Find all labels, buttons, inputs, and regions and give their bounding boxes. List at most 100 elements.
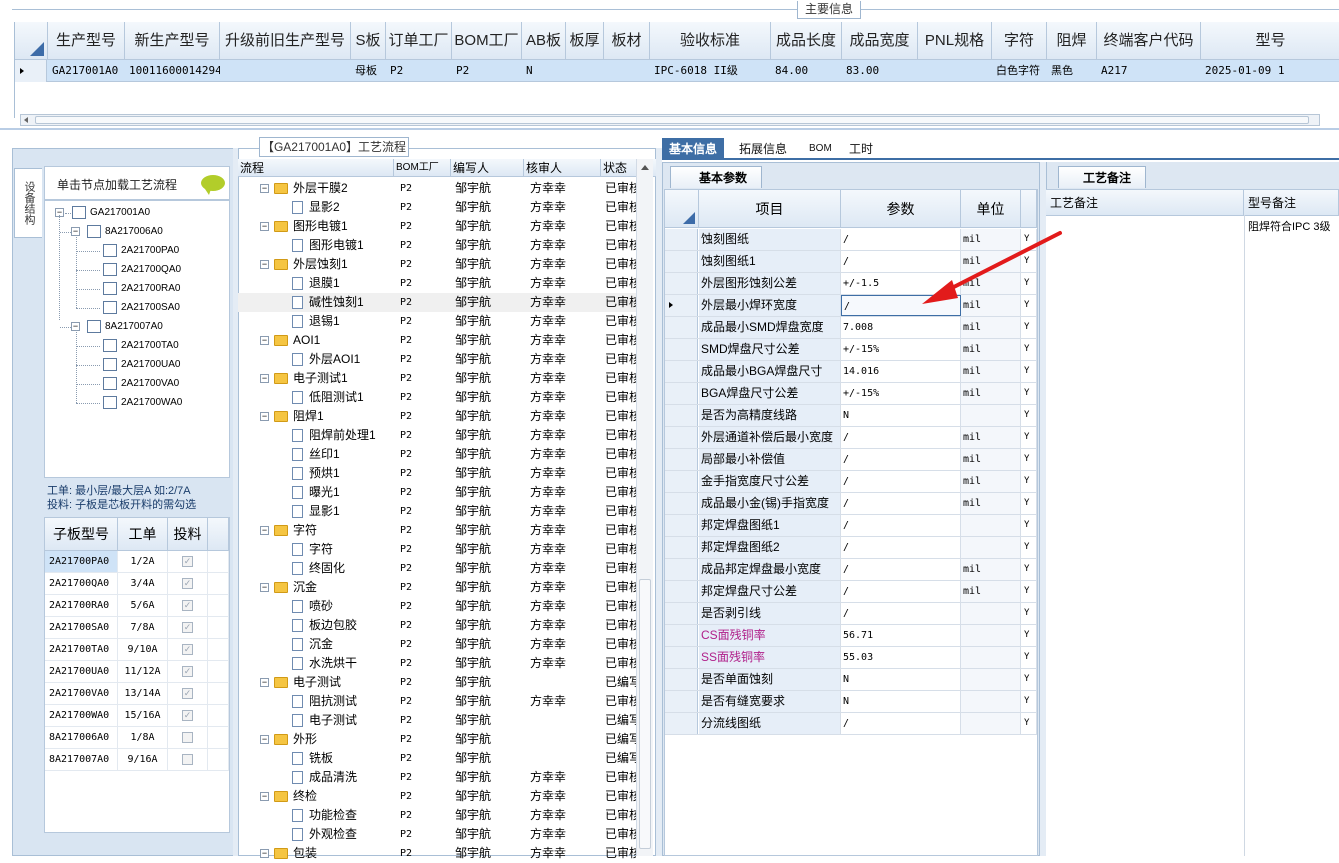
sub-board-order[interactable]: 11/12A: [118, 661, 168, 683]
param-item[interactable]: 是否单面蚀刻: [699, 669, 841, 690]
flow-factory[interactable]: P2: [400, 692, 450, 711]
param-flag[interactable]: Y: [1021, 559, 1037, 580]
flow-step-name[interactable]: 阻焊前处理1: [292, 426, 394, 445]
param-flag[interactable]: Y: [1021, 471, 1037, 492]
flow-factory[interactable]: P2: [400, 730, 450, 749]
column-header[interactable]: 生产型号: [48, 22, 125, 60]
flow-step-name[interactable]: 沉金: [274, 578, 394, 597]
flow-writer[interactable]: 邹宇航: [455, 578, 523, 597]
param-value[interactable]: /: [841, 449, 961, 470]
flow-step-name[interactable]: 图形电镀1: [292, 236, 394, 255]
param-value[interactable]: N: [841, 405, 961, 426]
collapse-toggle-icon[interactable]: −: [260, 735, 269, 744]
column-header[interactable]: 型号: [1201, 22, 1339, 60]
param-unit[interactable]: mil: [961, 317, 1021, 338]
flow-factory[interactable]: P2: [400, 825, 450, 844]
flow-reviewer[interactable]: 方幸幸: [530, 844, 600, 863]
flow-writer[interactable]: 邹宇航: [455, 844, 523, 863]
flow-status[interactable]: 已审核: [605, 768, 636, 787]
flow-writer[interactable]: 邹宇航: [455, 350, 523, 369]
flow-row[interactable]: − 阻焊1 P2 邹宇航 方幸幸 已审核: [238, 407, 636, 426]
flow-status[interactable]: 已审核: [605, 293, 636, 312]
column-header[interactable]: S板: [351, 22, 386, 60]
flow-row[interactable]: 外层AOI1 P2 邹宇航 方幸幸 已审核: [238, 350, 636, 369]
flow-step-name[interactable]: 电子测试1: [274, 369, 394, 388]
param-value[interactable]: /: [841, 581, 961, 602]
param-unit[interactable]: [961, 537, 1021, 558]
flow-row[interactable]: − 终检 P2 邹宇航 方幸幸 已审核: [238, 787, 636, 806]
sub-board-model[interactable]: 8A217006A0: [45, 727, 118, 749]
param-row[interactable]: 成品最小BGA焊盘尺寸 14.016 mil Y: [665, 361, 1037, 383]
param-unit[interactable]: mil: [961, 471, 1021, 492]
column-header[interactable]: 升级前旧生产型号: [220, 22, 351, 60]
param-row[interactable]: SMD焊盘尺寸公差 +/-15% mil Y: [665, 339, 1037, 361]
flow-step-name[interactable]: 碱性蚀刻1: [292, 293, 394, 312]
param-item[interactable]: SMD焊盘尺寸公差: [699, 339, 841, 360]
flow-step-name[interactable]: 退膜1: [292, 274, 394, 293]
tree-node-leaf[interactable]: 2A21700PA0: [103, 242, 179, 259]
flow-row[interactable]: 终固化 P2 邹宇航 方幸幸 已审核: [238, 559, 636, 578]
flow-status[interactable]: 已审核: [605, 559, 636, 578]
scrollbar-thumb[interactable]: [35, 116, 1309, 124]
param-item[interactable]: 蚀刻图纸: [699, 229, 841, 250]
flow-factory[interactable]: P2: [400, 464, 450, 483]
param-unit[interactable]: mil: [961, 559, 1021, 580]
param-row[interactable]: 局部最小补偿值 / mil Y: [665, 449, 1037, 471]
param-row[interactable]: 分流线图纸 / Y: [665, 713, 1037, 735]
column-header[interactable]: BOM工厂: [452, 22, 522, 60]
flow-status[interactable]: 已审核: [605, 407, 636, 426]
node-checkbox-icon[interactable]: [103, 395, 117, 409]
column-header[interactable]: 终端客户代码: [1097, 22, 1201, 60]
collapse-toggle-icon[interactable]: −: [260, 184, 269, 193]
table-cell[interactable]: IPC-6018 II级: [650, 60, 771, 82]
flow-status[interactable]: 已审核: [605, 635, 636, 654]
flow-factory[interactable]: P2: [400, 844, 450, 863]
param-unit[interactable]: [961, 603, 1021, 624]
flow-writer[interactable]: 邹宇航: [455, 274, 523, 293]
param-row[interactable]: 是否单面蚀刻 N Y: [665, 669, 1037, 691]
param-unit[interactable]: mil: [961, 493, 1021, 514]
flow-row[interactable]: − 电子测试1 P2 邹宇航 方幸幸 已审核: [238, 369, 636, 388]
flow-reviewer[interactable]: 方幸幸: [530, 806, 600, 825]
feed-checkbox[interactable]: ✓: [182, 556, 193, 567]
tree-node-root[interactable]: GA217001A0: [72, 204, 150, 221]
horizontal-scrollbar[interactable]: [20, 114, 1320, 126]
flow-writer[interactable]: 邹宇航: [455, 749, 523, 768]
flow-writer[interactable]: 邹宇航: [455, 293, 523, 312]
flow-row[interactable]: − 外形 P2 邹宇航 已编写: [238, 730, 636, 749]
flow-step-name[interactable]: 显影2: [292, 198, 394, 217]
flow-factory[interactable]: P2: [400, 540, 450, 559]
sub-board-order[interactable]: 1/8A: [118, 727, 168, 749]
param-row[interactable]: CS面残铜率 56.71 Y: [665, 625, 1037, 647]
flow-status[interactable]: 已审核: [605, 426, 636, 445]
flow-writer[interactable]: 邹宇航: [455, 464, 523, 483]
flow-status[interactable]: 已审核: [605, 597, 636, 616]
sub-board-model[interactable]: 2A21700RA0: [45, 595, 118, 617]
flow-factory[interactable]: P2: [400, 768, 450, 787]
flow-row[interactable]: − 字符 P2 邹宇航 方幸幸 已审核: [238, 521, 636, 540]
param-value[interactable]: /: [841, 537, 961, 558]
table-cell[interactable]: 黑色: [1047, 60, 1097, 82]
flow-status[interactable]: 已审核: [605, 654, 636, 673]
flow-factory[interactable]: P2: [400, 350, 450, 369]
feed-checkbox[interactable]: ✓: [182, 578, 193, 589]
flow-writer[interactable]: 邹宇航: [455, 711, 523, 730]
tree-node-group[interactable]: 8A217006A0: [87, 223, 163, 240]
flow-reviewer[interactable]: 方幸幸: [530, 578, 600, 597]
flow-status[interactable]: 已审核: [605, 521, 636, 540]
param-unit[interactable]: mil: [961, 361, 1021, 382]
flow-factory[interactable]: P2: [400, 711, 450, 730]
sub-board-order[interactable]: 1/2A: [118, 551, 168, 573]
param-unit[interactable]: [961, 669, 1021, 690]
flow-step-name[interactable]: 板边包胶: [292, 616, 394, 635]
flow-factory[interactable]: P2: [400, 369, 450, 388]
table-cell[interactable]: 84.00: [771, 60, 842, 82]
collapse-toggle-icon[interactable]: −: [260, 412, 269, 421]
scroll-up-icon[interactable]: [637, 159, 653, 177]
flow-step-name[interactable]: 终固化: [292, 559, 394, 578]
param-value[interactable]: /: [841, 471, 961, 492]
flow-factory[interactable]: P2: [400, 616, 450, 635]
flow-status[interactable]: 已编写: [605, 711, 636, 730]
flow-step-name[interactable]: 低阻测试1: [292, 388, 394, 407]
flow-status[interactable]: 已审核: [605, 388, 636, 407]
